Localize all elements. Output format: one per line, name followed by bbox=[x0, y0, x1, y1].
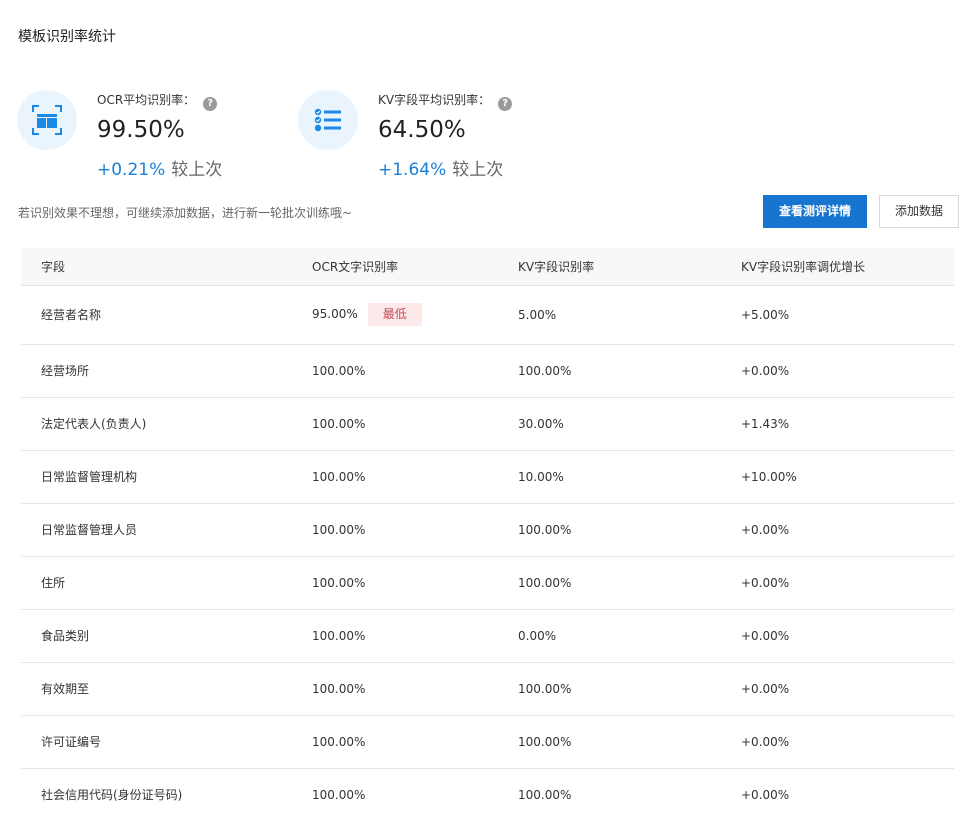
field-name: 许可证编号 bbox=[21, 715, 312, 769]
table-row: 日常监督管理人员 100.00% 100.00% +0.00% bbox=[21, 503, 954, 557]
kv-growth: +10.00% bbox=[741, 450, 954, 504]
field-name: 日常监督管理机构 bbox=[21, 450, 312, 504]
ocr-rate: 100.00% bbox=[312, 662, 518, 716]
recognition-rate-table: 字段 OCR文字识别率 KV字段识别率 KV字段识别率调优增长 经营者名称 95… bbox=[21, 248, 954, 821]
ocr-stat-label: OCR平均识别率： bbox=[97, 93, 196, 107]
table-row: 住所 100.00% 100.00% +0.00% bbox=[21, 556, 954, 610]
kv-growth: +0.00% bbox=[741, 503, 954, 557]
kv-rate: 0.00% bbox=[518, 609, 741, 663]
field-name: 经营者名称 bbox=[21, 285, 312, 345]
kv-growth: +1.43% bbox=[741, 397, 954, 451]
table-row: 法定代表人(负责人) 100.00% 30.00% +1.43% bbox=[21, 397, 954, 451]
table-row: 社会信用代码(身份证号码) 100.00% 100.00% +0.00% bbox=[21, 768, 954, 821]
kv-growth: +0.00% bbox=[741, 715, 954, 769]
add-data-button[interactable]: 添加数据 bbox=[879, 195, 959, 228]
kv-rate: 100.00% bbox=[518, 556, 741, 610]
ocr-rate: 100.00% bbox=[312, 609, 518, 663]
help-icon[interactable]: ? bbox=[498, 97, 513, 111]
kv-rate: 100.00% bbox=[518, 715, 741, 769]
kv-rate: 100.00% bbox=[518, 768, 741, 821]
ocr-rate: 100.00% bbox=[312, 450, 518, 504]
ocr-rate: 100.00% bbox=[312, 556, 518, 610]
ocr-rate: 100.00% bbox=[312, 503, 518, 557]
table-row: 有效期至 100.00% 100.00% +0.00% bbox=[21, 662, 954, 716]
field-name: 社会信用代码(身份证号码) bbox=[21, 768, 312, 821]
kv-growth: +0.00% bbox=[741, 768, 954, 821]
table-row: 日常监督管理机构 100.00% 10.00% +10.00% bbox=[21, 450, 954, 504]
layout-icon bbox=[17, 90, 77, 150]
field-name: 法定代表人(负责人) bbox=[21, 397, 312, 451]
kv-rate: 100.00% bbox=[518, 662, 741, 716]
column-header-kv-growth: KV字段识别率调优增长 bbox=[741, 248, 954, 286]
column-header-field: 字段 bbox=[21, 248, 312, 286]
field-name: 食品类别 bbox=[21, 609, 312, 663]
kv-rate: 10.00% bbox=[518, 450, 741, 504]
table-row: 经营者名称 95.00% 最低 5.00% +5.00% bbox=[21, 285, 954, 345]
field-name: 住所 bbox=[21, 556, 312, 610]
ocr-rate: 100.00% bbox=[312, 344, 518, 398]
ocr-rate: 95.00% bbox=[312, 307, 358, 321]
field-name: 日常监督管理人员 bbox=[21, 503, 312, 557]
view-details-button[interactable]: 查看测评详情 bbox=[763, 195, 867, 228]
ocr-rate: 100.00% bbox=[312, 768, 518, 821]
kv-rate: 100.00% bbox=[518, 344, 741, 398]
table-header-row: 字段 OCR文字识别率 KV字段识别率 KV字段识别率调优增长 bbox=[21, 248, 954, 286]
retrain-hint: 若识别效果不理想，可继续添加数据，进行新一轮批次训练哦~ bbox=[18, 206, 353, 220]
kv-stat-label: KV字段平均识别率： bbox=[378, 93, 491, 107]
page-title: 模板识别率统计 bbox=[18, 29, 116, 45]
kv-rate: 100.00% bbox=[518, 503, 741, 557]
column-header-ocr-rate: OCR文字识别率 bbox=[312, 248, 518, 286]
list-check-icon bbox=[298, 90, 358, 150]
kv-growth: +0.00% bbox=[741, 609, 954, 663]
field-name: 经营场所 bbox=[21, 344, 312, 398]
column-header-kv-rate: KV字段识别率 bbox=[518, 248, 741, 286]
ocr-rate: 100.00% bbox=[312, 715, 518, 769]
kv-rate: 30.00% bbox=[518, 397, 741, 451]
kv-growth: +0.00% bbox=[741, 556, 954, 610]
ocr-rate: 100.00% bbox=[312, 397, 518, 451]
kv-stat-delta-text: 较上次 bbox=[452, 160, 504, 180]
table-row: 食品类别 100.00% 0.00% +0.00% bbox=[21, 609, 954, 663]
kv-stat-value: 64.50% bbox=[378, 117, 466, 143]
kv-growth: +0.00% bbox=[741, 662, 954, 716]
kv-rate: 5.00% bbox=[518, 285, 741, 345]
table-row: 许可证编号 100.00% 100.00% +0.00% bbox=[21, 715, 954, 769]
table-row: 经营场所 100.00% 100.00% +0.00% bbox=[21, 344, 954, 398]
kv-growth: +0.00% bbox=[741, 344, 954, 398]
field-name: 有效期至 bbox=[21, 662, 312, 716]
kv-growth: +5.00% bbox=[741, 285, 954, 345]
lowest-badge: 最低 bbox=[367, 303, 422, 326]
ocr-stat-value: 99.50% bbox=[97, 117, 185, 143]
help-icon[interactable]: ? bbox=[203, 97, 218, 111]
ocr-stat-delta-text: 较上次 bbox=[171, 160, 223, 180]
kv-stat-delta: +1.64% bbox=[378, 160, 447, 180]
ocr-stat-delta: +0.21% bbox=[97, 160, 166, 180]
